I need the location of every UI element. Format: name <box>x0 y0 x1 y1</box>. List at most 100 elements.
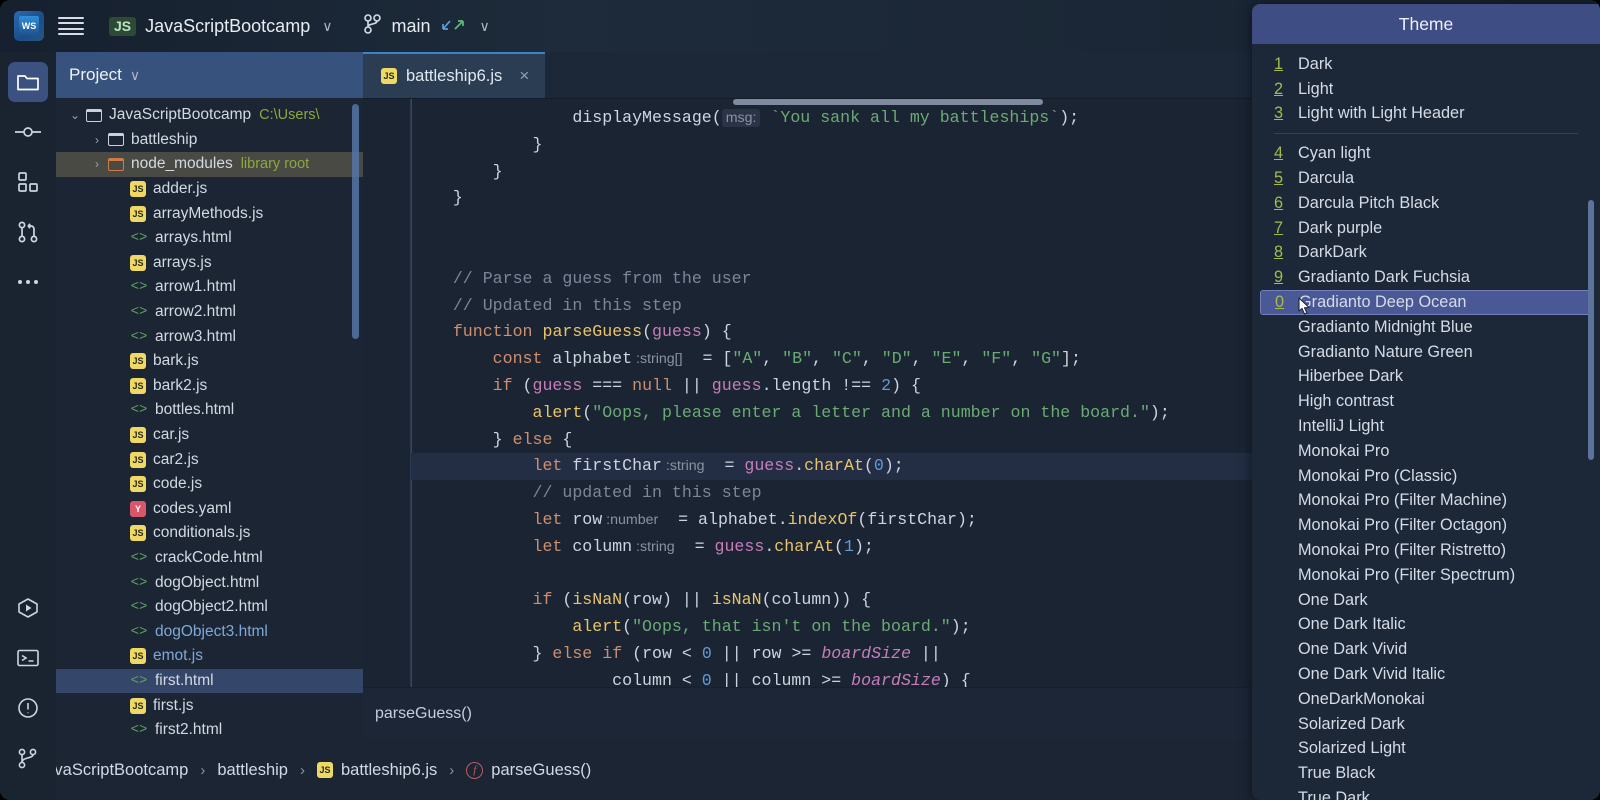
breadcrumb-item-battleship[interactable]: battleship <box>217 761 288 780</box>
theme-item-solarized-dark[interactable]: Solarized Dark <box>1260 712 1592 737</box>
tree-item-car2-js[interactable]: JS car2.js <box>56 447 363 472</box>
sidebar-item-problems[interactable] <box>8 688 48 728</box>
theme-item-solarized-light[interactable]: Solarized Light <box>1260 737 1592 762</box>
tree-item-first-js[interactable]: JS first.js <box>56 693 363 718</box>
tree-item-label: bark.js <box>153 352 199 370</box>
theme-item-hiberbee-dark[interactable]: Hiberbee Dark <box>1260 365 1592 390</box>
theme-list[interactable]: 1 Dark 2 Light 3 Light with Light Header 4 Cyan… <box>1252 44 1600 800</box>
theme-item-one-dark[interactable]: One Dark <box>1260 588 1592 613</box>
theme-item-label: IntelliJ Light <box>1298 417 1384 436</box>
expand-arrow-icon[interactable]: ⌄ <box>64 108 86 122</box>
tree-item-bark2-js[interactable]: JS bark2.js <box>56 374 363 399</box>
tree-item-node-modules[interactable]: › node_modules library root <box>56 152 363 177</box>
tree-item-bark-js[interactable]: JS bark.js <box>56 349 363 374</box>
editor-gutter[interactable] <box>363 99 411 687</box>
breadcrumb-item-battleship6-js[interactable]: JS battleship6.js <box>316 761 437 780</box>
theme-popup: Theme 1 Dark 2 Light 3 Light with Light Heade… <box>1252 4 1600 800</box>
theme-item-monokai-pro-filter-octagon-[interactable]: Monokai Pro (Filter Octagon) <box>1260 513 1592 538</box>
theme-item-dark[interactable]: 1 Dark <box>1260 52 1592 77</box>
html-file-icon: <> <box>130 574 148 591</box>
sidebar-item-terminal[interactable] <box>8 638 48 678</box>
theme-item-high-contrast[interactable]: High contrast <box>1260 389 1592 414</box>
theme-item-gradianto-nature-green[interactable]: Gradianto Nature Green <box>1260 340 1592 365</box>
branch-selector[interactable]: main ∨ <box>363 13 490 40</box>
theme-mnemonic: 3 <box>1274 104 1284 123</box>
theme-item-true-black[interactable]: True Black <box>1260 761 1592 786</box>
theme-item-light-with-light-header[interactable]: 3 Light with Light Header <box>1260 102 1592 127</box>
sidebar-item-run[interactable] <box>8 588 48 628</box>
sidebar-item-commit[interactable] <box>8 112 48 152</box>
tree-item-bottles-html[interactable]: <> bottles.html <box>56 398 363 423</box>
tree-item-label: bark2.js <box>153 376 208 394</box>
project-panel-scrollbar[interactable] <box>352 104 359 339</box>
tree-item-conditionals-js[interactable]: JS conditionals.js <box>56 521 363 546</box>
hamburger-menu-icon[interactable] <box>58 15 84 37</box>
theme-item-monokai-pro-classic-[interactable]: Monokai Pro (Classic) <box>1260 464 1592 489</box>
tree-item-car-js[interactable]: JS car.js <box>56 423 363 448</box>
theme-item-gradianto-dark-fuchsia[interactable]: 9 Gradianto Dark Fuchsia <box>1260 265 1592 290</box>
project-panel-header[interactable]: Project ∨ <box>56 52 363 98</box>
sidebar-item-structure[interactable] <box>8 162 48 202</box>
ellipsis-icon <box>18 280 38 284</box>
tree-item-arrays-html[interactable]: <> arrays.html <box>56 226 363 251</box>
js-file-icon: JS <box>381 68 397 84</box>
tree-item-first-html[interactable]: <> first.html <box>56 668 363 694</box>
tree-item-arraymethods-js[interactable]: JS arrayMethods.js <box>56 201 363 226</box>
close-icon[interactable]: × <box>519 66 529 86</box>
theme-item-label: Darcula <box>1298 169 1355 188</box>
tree-item-arrow2-html[interactable]: <> arrow2.html <box>56 300 363 325</box>
tree-item-crackcode-html[interactable]: <> crackCode.html <box>56 546 363 571</box>
theme-item-gradianto-deep-ocean[interactable]: 0 Gradianto Deep Ocean <box>1260 290 1592 315</box>
tree-item-arrays-js[interactable]: JS arrays.js <box>56 251 363 276</box>
theme-item-label: Light with Light Header <box>1298 104 1465 123</box>
theme-item-darkdark[interactable]: 8 DarkDark <box>1260 241 1592 266</box>
theme-item-one-dark-italic[interactable]: One Dark Italic <box>1260 613 1592 638</box>
breadcrumb-item-parseguess-[interactable]: f parseGuess() <box>466 761 591 780</box>
tree-item-first2-html[interactable]: <> first2.html <box>56 718 363 740</box>
theme-item-dark-purple[interactable]: 7 Dark purple <box>1260 216 1592 241</box>
tree-item-label: crackCode.html <box>155 548 263 566</box>
tree-item-codes-yaml[interactable]: Ycodes.yaml <box>56 497 363 522</box>
theme-item-onedarkmonokai[interactable]: OneDarkMonokai <box>1260 687 1592 712</box>
theme-item-monokai-pro[interactable]: Monokai Pro <box>1260 439 1592 464</box>
sidebar-item-more[interactable] <box>8 262 48 302</box>
theme-item-one-dark-vivid[interactable]: One Dark Vivid <box>1260 637 1592 662</box>
theme-item-darcula[interactable]: 5 Darcula <box>1260 166 1592 191</box>
theme-item-label: DarkDark <box>1298 243 1367 262</box>
theme-item-darcula-pitch-black[interactable]: 6 Darcula Pitch Black <box>1260 191 1592 216</box>
sidebar-item-project-explorer[interactable] <box>8 62 48 102</box>
theme-item-gradianto-midnight-blue[interactable]: Gradianto Midnight Blue <box>1260 315 1592 340</box>
expand-arrow-icon[interactable]: › <box>86 157 108 171</box>
project-file-tree[interactable]: ⌄ JavaScriptBootcamp C:\Users\ › battleship ›… <box>56 98 363 740</box>
theme-item-cyan-light[interactable]: 4 Cyan light <box>1260 141 1592 166</box>
tree-item-arrow3-html[interactable]: <> arrow3.html <box>56 324 363 349</box>
tree-item-adder-js[interactable]: JS adder.js <box>56 177 363 202</box>
theme-item-label: True Black <box>1298 764 1376 783</box>
tree-item-battleship[interactable]: › battleship <box>56 128 363 153</box>
terminal-icon <box>17 649 39 667</box>
theme-item-monokai-pro-filter-machine-[interactable]: Monokai Pro (Filter Machine) <box>1260 489 1592 514</box>
theme-popup-scrollbar[interactable] <box>1588 200 1594 460</box>
theme-item-monokai-pro-filter-spectrum-[interactable]: Monokai Pro (Filter Spectrum) <box>1260 563 1592 588</box>
tree-item-dogobject-html[interactable]: <> dogObject.html <box>56 570 363 595</box>
html-file-icon: <> <box>130 279 148 296</box>
theme-item-one-dark-vivid-italic[interactable]: One Dark Vivid Italic <box>1260 662 1592 687</box>
sidebar-item-version-control[interactable] <box>8 738 48 778</box>
tree-item-code-js[interactable]: JS code.js <box>56 472 363 497</box>
tree-item-label: car2.js <box>153 450 199 468</box>
tree-item-javascriptbootcamp[interactable]: ⌄ JavaScriptBootcamp C:\Users\ <box>56 103 363 128</box>
tree-item-dogobject3-html[interactable]: <> dogObject3.html <box>56 619 363 644</box>
theme-item-light[interactable]: 2 Light <box>1260 77 1592 102</box>
expand-arrow-icon[interactable]: › <box>86 133 108 147</box>
tree-item-arrow1-html[interactable]: <> arrow1.html <box>56 275 363 300</box>
tree-item-dogobject2-html[interactable]: <> dogObject2.html <box>56 595 363 620</box>
tab-battleship6-js[interactable]: JS battleship6.js × <box>363 52 546 98</box>
theme-item-intellij-light[interactable]: IntelliJ Light <box>1260 414 1592 439</box>
project-selector[interactable]: JS JavaScriptBootcamp ∨ <box>104 13 337 40</box>
tree-item-emot-js[interactable]: JS emot.js <box>56 644 363 669</box>
html-file-icon: <> <box>130 304 148 321</box>
theme-mnemonic: 2 <box>1274 79 1284 98</box>
theme-item-true-dark[interactable]: True Dark <box>1260 786 1592 800</box>
theme-item-monokai-pro-filter-ristretto-[interactable]: Monokai Pro (Filter Ristretto) <box>1260 538 1592 563</box>
sidebar-item-pull-requests[interactable] <box>8 212 48 252</box>
